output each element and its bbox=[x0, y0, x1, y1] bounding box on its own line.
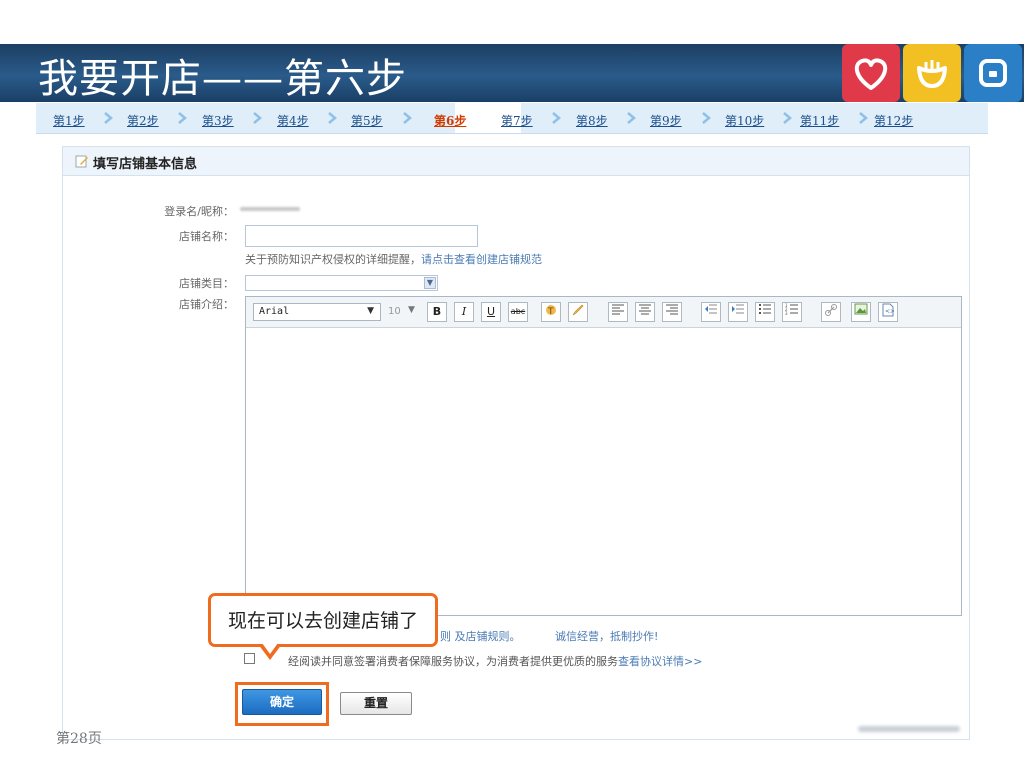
step-3-link[interactable]: 第3步 bbox=[202, 112, 234, 129]
smile-icon bbox=[903, 44, 961, 102]
reset-button[interactable]: 重置 bbox=[340, 692, 412, 715]
agreement-detail-link[interactable]: 查看协议详情>> bbox=[618, 655, 702, 668]
chevron-right-icon bbox=[783, 112, 792, 124]
intro-label: 店铺介绍： bbox=[179, 298, 234, 311]
shop-intro-editor[interactable]: Arial ▼ 10 ▼ B I U abc T 123 <> bbox=[245, 296, 962, 616]
align-right-icon[interactable] bbox=[662, 302, 682, 322]
step-5-link[interactable]: 第5步 bbox=[351, 112, 383, 129]
step-11-link[interactable]: 第11步 bbox=[800, 112, 839, 129]
callout-text: 现在可以去创建店铺了 bbox=[227, 610, 418, 632]
step-8-link[interactable]: 第8步 bbox=[576, 112, 608, 129]
svg-text:T: T bbox=[547, 307, 554, 317]
chevron-right-icon bbox=[702, 112, 711, 124]
ip-notice: 关于预防知识产权侵权的详细提醒，请点击查看创建店铺规范 bbox=[245, 253, 542, 266]
align-center-icon[interactable] bbox=[635, 302, 655, 322]
step-navigation: 第1步 第2步 第3步 第4步 第5步 第6步 第7步 第8步 第9步 第10步… bbox=[36, 103, 988, 134]
integrity-notice: 诚信经营，抵制抄作! bbox=[555, 630, 659, 643]
rules-tail-text: 则 及店铺规则。 bbox=[440, 630, 521, 643]
heart-icon bbox=[842, 44, 900, 102]
panel-header: 填写店铺基本信息 bbox=[63, 147, 969, 176]
section-title: 填写店铺基本信息 bbox=[93, 157, 198, 172]
indent-icon[interactable] bbox=[728, 302, 748, 322]
chevron-right-icon bbox=[552, 112, 561, 124]
align-left-icon[interactable] bbox=[608, 302, 628, 322]
italic-button[interactable]: I bbox=[454, 302, 474, 322]
login-label: 登录名/昵称： bbox=[164, 205, 234, 218]
editor-toolbar: Arial ▼ 10 ▼ B I U abc T 123 <> bbox=[246, 297, 961, 328]
page-number: 第28页 bbox=[56, 731, 102, 747]
step-10-link[interactable]: 第10步 bbox=[725, 112, 764, 129]
agree-checkbox[interactable] bbox=[244, 653, 255, 664]
step-2-link[interactable]: 第2步 bbox=[127, 112, 159, 129]
store-rules-link[interactable]: 店铺规则。 bbox=[466, 630, 521, 643]
svg-text:3: 3 bbox=[785, 311, 788, 315]
strikethrough-button[interactable]: abc bbox=[508, 302, 528, 322]
step-9-link[interactable]: 第9步 bbox=[650, 112, 682, 129]
step-6-link[interactable]: 第6步 bbox=[434, 112, 466, 129]
numbered-list-icon[interactable]: 123 bbox=[782, 302, 802, 322]
step-4-link[interactable]: 第4步 bbox=[277, 112, 309, 129]
source-code-icon[interactable]: <> bbox=[878, 302, 898, 322]
outdent-icon[interactable] bbox=[701, 302, 721, 322]
bullet-list-icon[interactable] bbox=[755, 302, 775, 322]
edit-icon bbox=[75, 154, 89, 172]
font-size-select[interactable]: 10 ▼ bbox=[386, 303, 424, 321]
shop-name-label: 店铺名称： bbox=[179, 230, 234, 243]
square-icon bbox=[964, 44, 1022, 102]
step-1-link[interactable]: 第1步 bbox=[53, 112, 85, 129]
chevron-right-icon bbox=[627, 112, 636, 124]
font-family-select[interactable]: Arial ▼ bbox=[253, 303, 381, 321]
confirm-button[interactable]: 确定 bbox=[242, 689, 322, 715]
svg-text:<>: <> bbox=[885, 308, 894, 315]
chevron-right-icon bbox=[104, 112, 113, 124]
chevron-right-icon bbox=[178, 112, 187, 124]
underline-button[interactable]: U bbox=[481, 302, 501, 322]
category-select[interactable]: ▼ bbox=[245, 275, 438, 291]
chevron-right-icon bbox=[328, 112, 337, 124]
chevron-right-icon bbox=[859, 112, 868, 124]
text-color-icon[interactable]: T bbox=[541, 302, 561, 322]
chevron-down-icon[interactable]: ▼ bbox=[424, 277, 436, 289]
chevron-right-icon bbox=[253, 112, 262, 124]
footer-blurred-text bbox=[858, 726, 960, 732]
page-title: 我要开店——第六步 bbox=[38, 56, 407, 102]
agreement-text: 经阅读并同意签署消费者保障服务协议，为消费者提供更优质的服务查看协议详情>> bbox=[288, 655, 703, 668]
image-icon[interactable] bbox=[851, 302, 871, 322]
category-label: 店铺类目： bbox=[179, 277, 234, 290]
bold-button[interactable]: B bbox=[427, 302, 447, 322]
tip-callout: 现在可以去创建店铺了 bbox=[208, 593, 438, 647]
shop-name-input[interactable] bbox=[245, 225, 478, 247]
highlight-icon[interactable] bbox=[568, 302, 588, 322]
callout-pointer-inner bbox=[262, 643, 278, 654]
shop-rules-link[interactable]: 请点击查看创建店铺规范 bbox=[421, 253, 542, 266]
link-icon[interactable] bbox=[821, 302, 841, 322]
step-7-link[interactable]: 第7步 bbox=[501, 112, 533, 129]
chevron-right-icon bbox=[403, 112, 412, 124]
step-12-link[interactable]: 第12步 bbox=[874, 112, 913, 129]
login-value-blurred bbox=[240, 207, 300, 211]
